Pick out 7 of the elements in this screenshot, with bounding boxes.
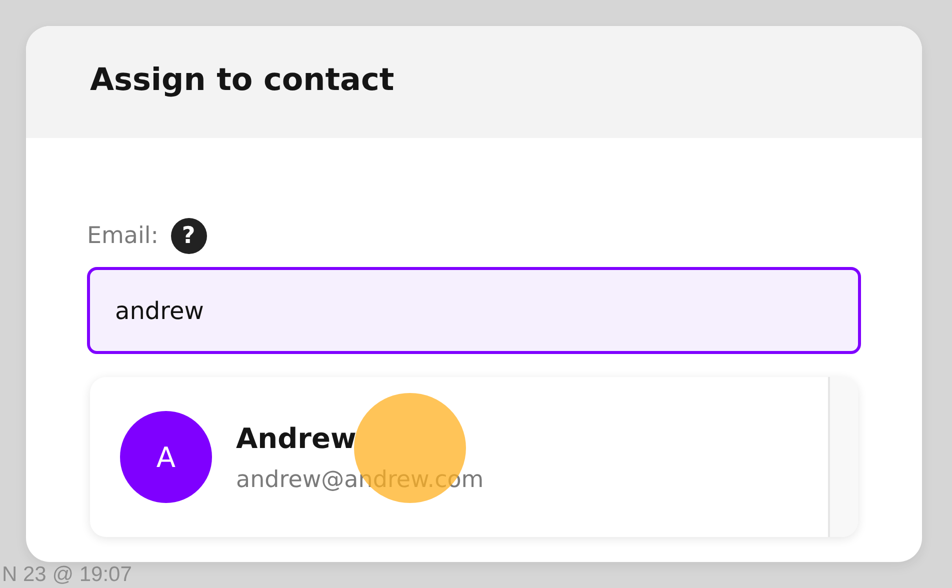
contact-avatar: A <box>120 411 212 503</box>
contact-name: Andrew <box>236 422 358 454</box>
help-icon[interactable]: ? <box>170 218 207 254</box>
email-label: Email: <box>87 223 159 249</box>
dialog-title: Assign to contact <box>90 62 394 100</box>
background-timestamp: N 23 @ 19:07 <box>2 563 132 587</box>
email-input[interactable]: andrew <box>87 267 861 354</box>
